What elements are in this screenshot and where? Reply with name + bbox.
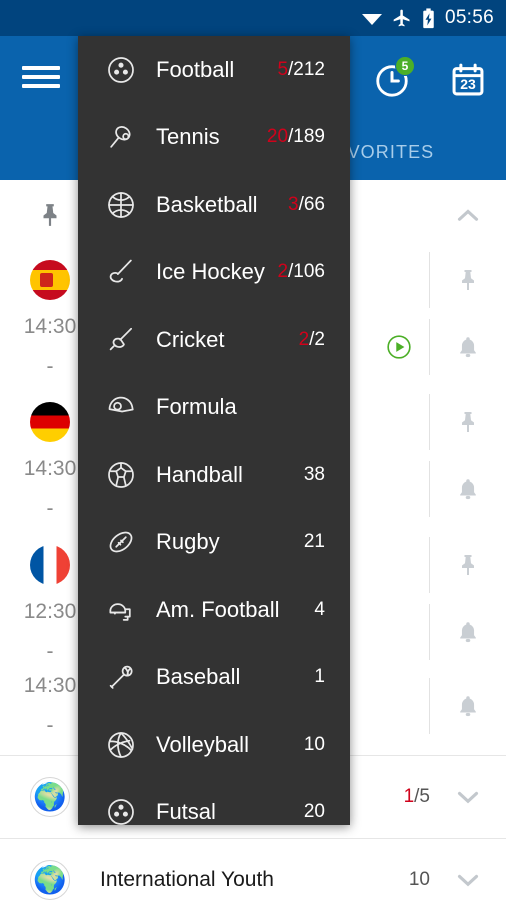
sports-dropdown-menu[interactable]: Football 5/212 Tennis 20/189 Basketball 3/66 I… xyxy=(78,36,350,825)
live-count: 3 xyxy=(288,193,299,215)
tennis-icon xyxy=(100,121,142,153)
menu-item-handball[interactable]: Handball 38 xyxy=(78,441,350,509)
total-count: 1 xyxy=(314,666,325,688)
menu-item-am-football[interactable]: Am. Football 4 xyxy=(78,576,350,644)
menu-item-label: Football xyxy=(156,56,235,82)
menu-item-label: Am. Football xyxy=(156,596,280,622)
menu-item-label: Formula xyxy=(156,394,237,420)
total-count: 20 xyxy=(303,801,325,823)
menu-item-label: Ice Hockey xyxy=(156,259,265,285)
menu-item-label: Handball xyxy=(156,461,243,487)
menu-item-count: 1 xyxy=(314,666,325,688)
handball-icon xyxy=(100,459,142,491)
total-count: /189 xyxy=(288,126,325,148)
menu-item-count: 38 xyxy=(304,464,325,486)
live-count: 5 xyxy=(277,58,289,80)
total-count: 21 xyxy=(303,531,325,553)
menu-item-label: Baseball xyxy=(156,664,241,690)
menu-item-count: 20 xyxy=(304,801,325,823)
menu-item-volleyball[interactable]: Volleyball 10 xyxy=(78,711,350,779)
menu-item-label: Cricket xyxy=(156,326,225,352)
live-count: 2 xyxy=(298,328,310,350)
menu-item-futsal[interactable]: Futsal 20 xyxy=(78,779,350,825)
football-icon xyxy=(100,54,142,86)
menu-item-basketball[interactable]: Basketball 3/66 xyxy=(78,171,350,239)
baseball-icon xyxy=(100,661,142,693)
menu-item-count: 3/66 xyxy=(288,194,325,216)
total-count: /212 xyxy=(288,58,325,80)
menu-item-formula[interactable]: Formula xyxy=(78,374,350,442)
menu-item-count: 10 xyxy=(304,734,325,756)
menu-item-label: Basketball xyxy=(156,191,258,217)
menu-item-football[interactable]: Football 5/212 xyxy=(78,36,350,104)
total-count: 10 xyxy=(303,733,325,755)
rugby-icon xyxy=(100,526,142,558)
menu-item-count: 21 xyxy=(304,531,325,553)
app-root: 05:56 5 23 FAVORITES 14:30 - 14:30 - 12:… xyxy=(0,0,506,900)
total-count: /106 xyxy=(288,261,325,283)
menu-item-label: Tennis xyxy=(156,124,220,150)
live-count: 20 xyxy=(266,126,289,148)
menu-item-ice-hockey[interactable]: Ice Hockey 2/106 xyxy=(78,239,350,307)
total-count: /66 xyxy=(298,193,325,215)
menu-item-count: 4 xyxy=(314,599,325,621)
am-football-icon xyxy=(100,594,142,626)
menu-item-label: Rugby xyxy=(156,529,220,555)
menu-item-rugby[interactable]: Rugby 21 xyxy=(78,509,350,577)
menu-item-baseball[interactable]: Baseball 1 xyxy=(78,644,350,712)
total-count: /2 xyxy=(309,328,325,350)
menu-item-count: 5/212 xyxy=(277,59,325,81)
basketball-icon xyxy=(100,189,142,221)
menu-item-label: Volleyball xyxy=(156,731,249,757)
total-count: 4 xyxy=(314,598,325,620)
volleyball-icon xyxy=(100,729,142,761)
menu-item-count: 2/2 xyxy=(299,329,325,351)
formula-icon xyxy=(100,391,142,423)
ice-hockey-icon xyxy=(100,256,142,288)
live-count: 2 xyxy=(277,261,289,283)
total-count: 38 xyxy=(303,463,325,485)
menu-item-count: 20/189 xyxy=(267,126,325,148)
futsal-icon xyxy=(100,796,142,825)
menu-item-cricket[interactable]: Cricket 2/2 xyxy=(78,306,350,374)
menu-item-tennis[interactable]: Tennis 20/189 xyxy=(78,104,350,172)
menu-item-count: 2/106 xyxy=(277,261,325,283)
menu-item-label: Futsal xyxy=(156,799,216,825)
cricket-icon xyxy=(100,324,142,356)
